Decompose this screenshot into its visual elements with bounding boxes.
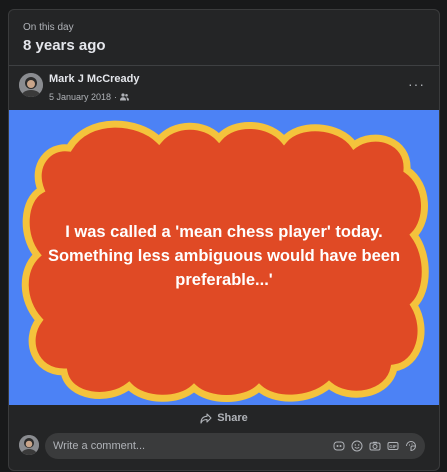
sticker-icon[interactable]: [405, 439, 417, 452]
profile-photo-icon: [19, 435, 39, 455]
memory-title: 8 years ago: [23, 37, 106, 54]
comment-avatar: [19, 435, 39, 455]
profile-photo-icon: [19, 73, 43, 97]
camera-icon[interactable]: [369, 439, 381, 451]
avatar[interactable]: [19, 73, 43, 97]
post-date[interactable]: 5 January 2018: [49, 92, 111, 102]
avatar-sticker-icon[interactable]: [333, 439, 345, 451]
memory-header: On this day 8 years ago: [23, 22, 106, 54]
post-meta: 5 January 2018 ·: [49, 92, 130, 102]
share-icon: [200, 412, 212, 424]
separator-dot: ·: [114, 92, 118, 102]
image-caption: I was called a 'mean chess player' today…: [47, 223, 401, 289]
friends-icon: [120, 93, 130, 101]
divider: [9, 65, 439, 66]
svg-text:GIF: GIF: [389, 444, 397, 449]
post-author[interactable]: Mark J McCready: [49, 73, 140, 85]
emoji-icon[interactable]: [351, 439, 363, 452]
memory-label: On this day: [23, 22, 74, 33]
share-button[interactable]: Share: [9, 405, 439, 431]
comment-box[interactable]: GIF: [45, 433, 425, 459]
gif-icon[interactable]: GIF: [387, 439, 399, 451]
comment-input[interactable]: [45, 439, 315, 453]
share-label: Share: [217, 412, 248, 424]
comment-tools: GIF: [333, 439, 417, 452]
memory-card: On this day 8 years ago Mark J McCready …: [8, 9, 440, 471]
more-options-button[interactable]: ···: [408, 76, 425, 92]
post-image[interactable]: I was called a 'mean chess player' today…: [9, 110, 439, 405]
